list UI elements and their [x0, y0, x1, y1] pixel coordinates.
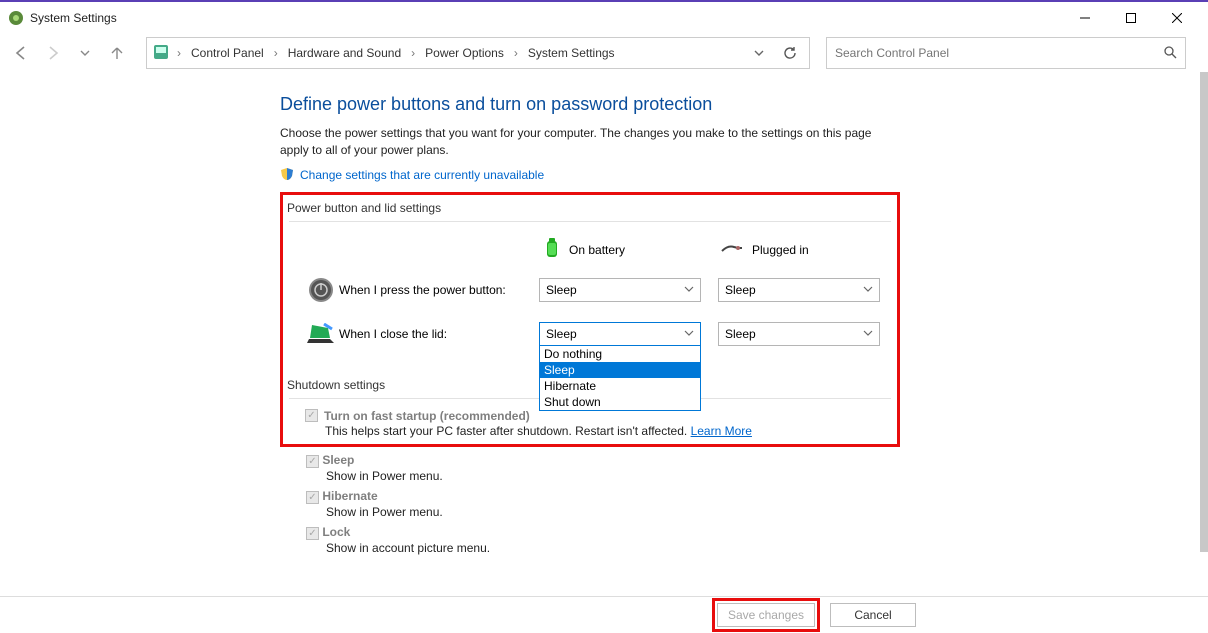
chevron-down-icon — [863, 283, 873, 297]
chevron-down-icon — [863, 327, 873, 341]
learn-more-link[interactable]: Learn More — [691, 424, 752, 438]
footer: Save changes Cancel — [0, 596, 1208, 632]
close-button[interactable] — [1154, 2, 1200, 34]
lock-label: Lock — [322, 525, 350, 539]
select-value: Sleep — [546, 327, 577, 341]
dropdown-option[interactable]: Do nothing — [540, 346, 700, 362]
dropdown-option[interactable]: Hibernate — [540, 378, 700, 394]
app-icon — [8, 10, 24, 26]
breadcrumb-item[interactable]: Control Panel — [189, 46, 266, 60]
plugged-in-label: Plugged in — [752, 243, 809, 257]
title-bar: System Settings — [0, 2, 1208, 34]
battery-icon — [543, 237, 561, 262]
search-box[interactable] — [826, 37, 1186, 69]
back-button[interactable] — [8, 40, 34, 66]
select-value: Sleep — [725, 327, 756, 341]
sleep-checkbox: ✓ — [306, 455, 319, 468]
control-panel-icon — [153, 44, 169, 63]
chevron-down-icon — [684, 283, 694, 297]
power-button-battery-select[interactable]: Sleep — [539, 278, 701, 302]
lid-row: When I close the lid: Sleep Do nothing S… — [283, 312, 897, 356]
cancel-button[interactable]: Cancel — [830, 603, 916, 627]
power-button-section-title: Power button and lid settings — [283, 199, 897, 221]
save-changes-button[interactable]: Save changes — [717, 603, 815, 627]
lid-battery-dropdown: Do nothing Sleep Hibernate Shut down — [539, 346, 701, 411]
fast-startup-label: Turn on fast startup (recommended) — [324, 409, 530, 423]
change-unavailable-link[interactable]: Change settings that are currently unava… — [280, 167, 544, 184]
plug-icon — [720, 241, 744, 258]
chevron-right-icon: › — [175, 46, 183, 60]
page-title: Define power buttons and turn on passwor… — [280, 94, 905, 115]
scrollbar-vertical[interactable] — [1200, 72, 1208, 552]
lid-label: When I close the lid: — [339, 327, 539, 341]
page-description: Choose the power settings that you want … — [280, 125, 890, 159]
power-icon — [303, 276, 339, 304]
nav-row: › Control Panel › Hardware and Sound › P… — [0, 34, 1208, 72]
window-title: System Settings — [30, 11, 117, 25]
change-unavailable-label: Change settings that are currently unava… — [300, 168, 544, 182]
breadcrumb-item[interactable]: Hardware and Sound — [286, 46, 403, 60]
chevron-right-icon: › — [512, 46, 520, 60]
lock-checkbox: ✓ — [306, 527, 319, 540]
lock-desc: Show in account picture menu. — [306, 541, 905, 555]
maximize-button[interactable] — [1108, 2, 1154, 34]
up-button[interactable] — [104, 40, 130, 66]
hibernate-checkbox: ✓ — [306, 491, 319, 504]
search-icon[interactable] — [1163, 45, 1177, 62]
search-input[interactable] — [835, 46, 1163, 60]
breadcrumb-item[interactable]: System Settings — [526, 46, 617, 60]
save-highlight: Save changes — [712, 598, 820, 632]
lid-battery-select[interactable]: Sleep — [539, 322, 701, 346]
power-button-plugged-select[interactable]: Sleep — [718, 278, 880, 302]
refresh-button[interactable] — [777, 46, 803, 60]
select-value: Sleep — [725, 283, 756, 297]
sleep-label: Sleep — [322, 453, 354, 467]
power-button-label: When I press the power button: — [339, 283, 539, 297]
on-battery-label: On battery — [569, 243, 625, 257]
fast-startup-checkbox: ✓ — [305, 409, 318, 422]
minimize-button[interactable] — [1062, 2, 1108, 34]
highlighted-section: Power button and lid settings On battery… — [280, 192, 900, 447]
dropdown-option[interactable]: Shut down — [540, 394, 700, 410]
breadcrumb-dropdown-button[interactable] — [747, 47, 771, 59]
chevron-right-icon: › — [272, 46, 280, 60]
select-value: Sleep — [546, 283, 577, 297]
dropdown-option[interactable]: Sleep — [540, 362, 700, 378]
breadcrumb: › Control Panel › Hardware and Sound › P… — [146, 37, 810, 69]
column-headers: On battery Plugged in — [283, 232, 897, 268]
sleep-desc: Show in Power menu. — [306, 469, 905, 483]
shield-icon — [280, 167, 294, 184]
forward-button[interactable] — [40, 40, 66, 66]
breadcrumb-item[interactable]: Power Options — [423, 46, 506, 60]
power-button-row: When I press the power button: Sleep Sle… — [283, 268, 897, 312]
recent-dropdown-button[interactable] — [72, 40, 98, 66]
laptop-lid-icon — [303, 323, 339, 345]
chevron-right-icon: › — [409, 46, 417, 60]
lid-plugged-select[interactable]: Sleep — [718, 322, 880, 346]
fast-startup-desc: This helps start your PC faster after sh… — [325, 424, 691, 438]
chevron-down-icon — [684, 327, 694, 341]
hibernate-label: Hibernate — [322, 489, 377, 503]
hibernate-desc: Show in Power menu. — [306, 505, 905, 519]
